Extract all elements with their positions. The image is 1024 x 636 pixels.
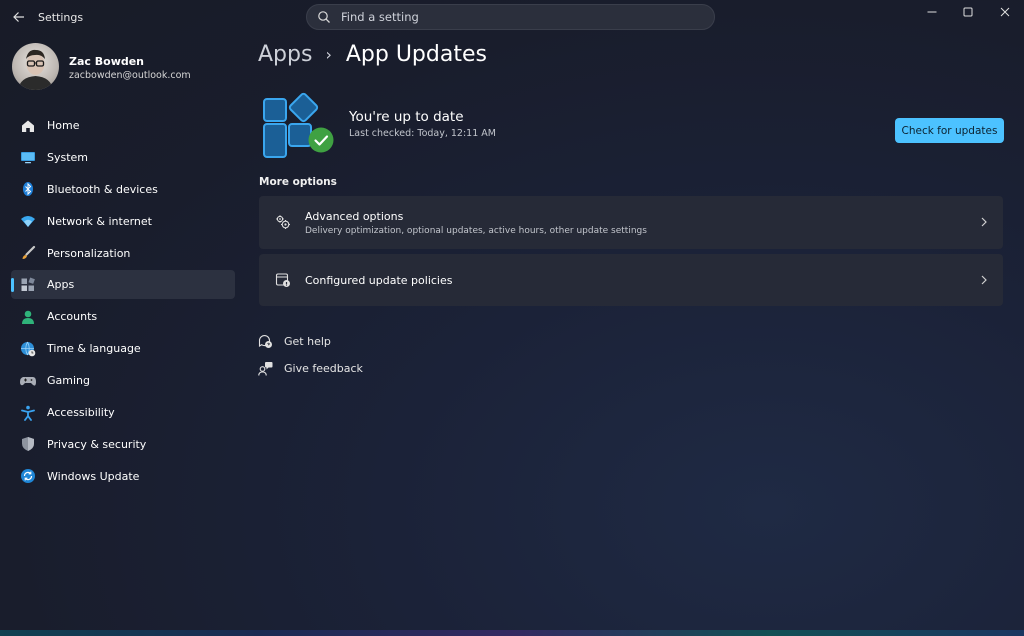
sidebar-item-windows-update[interactable]: Windows Update bbox=[11, 462, 235, 491]
user-name: Zac Bowden bbox=[69, 55, 145, 68]
feedback-icon bbox=[258, 361, 273, 376]
more-options-heading: More options bbox=[259, 176, 337, 188]
chevron-right-icon bbox=[979, 217, 989, 227]
wifi-icon bbox=[19, 213, 36, 230]
sidebar-item-label: Bluetooth & devices bbox=[47, 182, 158, 196]
sidebar-item-label: Network & internet bbox=[47, 214, 152, 228]
sidebar-item-accessibility[interactable]: Accessibility bbox=[11, 398, 235, 427]
chevron-right-icon bbox=[979, 275, 989, 285]
policy-icon bbox=[275, 272, 291, 288]
sidebar-nav: Home System Bluetooth & devices Network … bbox=[11, 111, 235, 494]
last-checked-text: Last checked: Today, 12:11 AM bbox=[349, 128, 496, 139]
sidebar-item-label: Apps bbox=[47, 278, 75, 292]
sidebar-item-label: Personalization bbox=[47, 246, 131, 260]
sidebar-item-privacy[interactable]: Privacy & security bbox=[11, 430, 235, 459]
back-arrow-icon bbox=[13, 12, 24, 22]
apps-icon bbox=[19, 276, 36, 293]
sidebar-item-label: Gaming bbox=[47, 374, 90, 388]
configured-update-policies-card[interactable]: Configured update policies bbox=[259, 254, 1003, 306]
accessibility-icon bbox=[19, 404, 36, 421]
back-button[interactable] bbox=[10, 8, 28, 26]
gears-icon bbox=[275, 214, 291, 230]
sidebar-item-label: System bbox=[47, 150, 89, 164]
sidebar-item-home[interactable]: Home bbox=[11, 111, 235, 140]
system-icon bbox=[19, 149, 36, 166]
person-icon bbox=[19, 308, 36, 325]
app-updates-check-icon bbox=[263, 92, 334, 158]
update-icon bbox=[19, 468, 36, 485]
home-icon bbox=[19, 117, 36, 134]
avatar bbox=[12, 43, 59, 90]
search-input[interactable] bbox=[339, 9, 683, 25]
globe-clock-icon bbox=[19, 340, 36, 357]
search-icon bbox=[317, 10, 331, 24]
card-subtitle: Delivery optimization, optional updates,… bbox=[305, 226, 647, 236]
title-bar: Settings bbox=[0, 0, 1024, 36]
brush-icon bbox=[19, 245, 36, 262]
sidebar-item-network[interactable]: Network & internet bbox=[11, 207, 235, 236]
sidebar-item-label: Accounts bbox=[47, 310, 98, 324]
close-icon bbox=[1000, 7, 1010, 17]
sidebar-item-system[interactable]: System bbox=[11, 143, 235, 172]
give-feedback-link[interactable]: Give feedback bbox=[258, 361, 363, 376]
gamepad-icon bbox=[19, 372, 36, 389]
get-help-label: Get help bbox=[284, 335, 331, 348]
breadcrumb-separator: › bbox=[325, 45, 332, 64]
sidebar-item-gaming[interactable]: Gaming bbox=[11, 366, 235, 395]
user-email: zacbowden@outlook.com bbox=[69, 70, 191, 81]
sidebar-item-label: Time & language bbox=[47, 342, 141, 356]
sidebar-item-label: Privacy & security bbox=[47, 437, 147, 451]
check-for-updates-button[interactable]: Check for updates bbox=[895, 118, 1004, 143]
shield-icon bbox=[19, 436, 36, 453]
status-title: You're up to date bbox=[349, 109, 464, 125]
maximize-button[interactable] bbox=[953, 4, 983, 20]
close-button[interactable] bbox=[990, 4, 1020, 20]
bluetooth-icon bbox=[19, 181, 36, 198]
minimize-button[interactable] bbox=[917, 4, 947, 20]
card-title: Configured update policies bbox=[305, 274, 453, 287]
advanced-options-card[interactable]: Advanced options Delivery optimization, … bbox=[259, 196, 1003, 249]
app-title: Settings bbox=[38, 11, 84, 24]
search-box[interactable] bbox=[306, 4, 715, 30]
breadcrumb-parent[interactable]: Apps bbox=[258, 42, 312, 67]
sidebar-item-personalization[interactable]: Personalization bbox=[11, 239, 235, 268]
sidebar-item-label: Windows Update bbox=[47, 469, 140, 483]
sidebar-item-accounts[interactable]: Accounts bbox=[11, 302, 235, 331]
taskbar-glow bbox=[0, 630, 1024, 636]
card-title: Advanced options bbox=[305, 210, 404, 223]
sidebar-item-apps[interactable]: Apps bbox=[11, 270, 235, 300]
sidebar-item-label: Accessibility bbox=[47, 406, 115, 420]
maximize-icon bbox=[963, 7, 973, 17]
minimize-icon bbox=[927, 11, 937, 13]
sidebar-item-label: Home bbox=[47, 119, 80, 132]
page-title: App Updates bbox=[345, 42, 487, 67]
breadcrumb: Apps › App Updates bbox=[258, 42, 487, 67]
sidebar-item-bluetooth[interactable]: Bluetooth & devices bbox=[11, 175, 235, 204]
help-chat-icon bbox=[258, 334, 273, 349]
get-help-link[interactable]: Get help bbox=[258, 334, 331, 349]
sidebar-item-time-language[interactable]: Time & language bbox=[11, 334, 235, 363]
give-feedback-label: Give feedback bbox=[284, 362, 363, 375]
